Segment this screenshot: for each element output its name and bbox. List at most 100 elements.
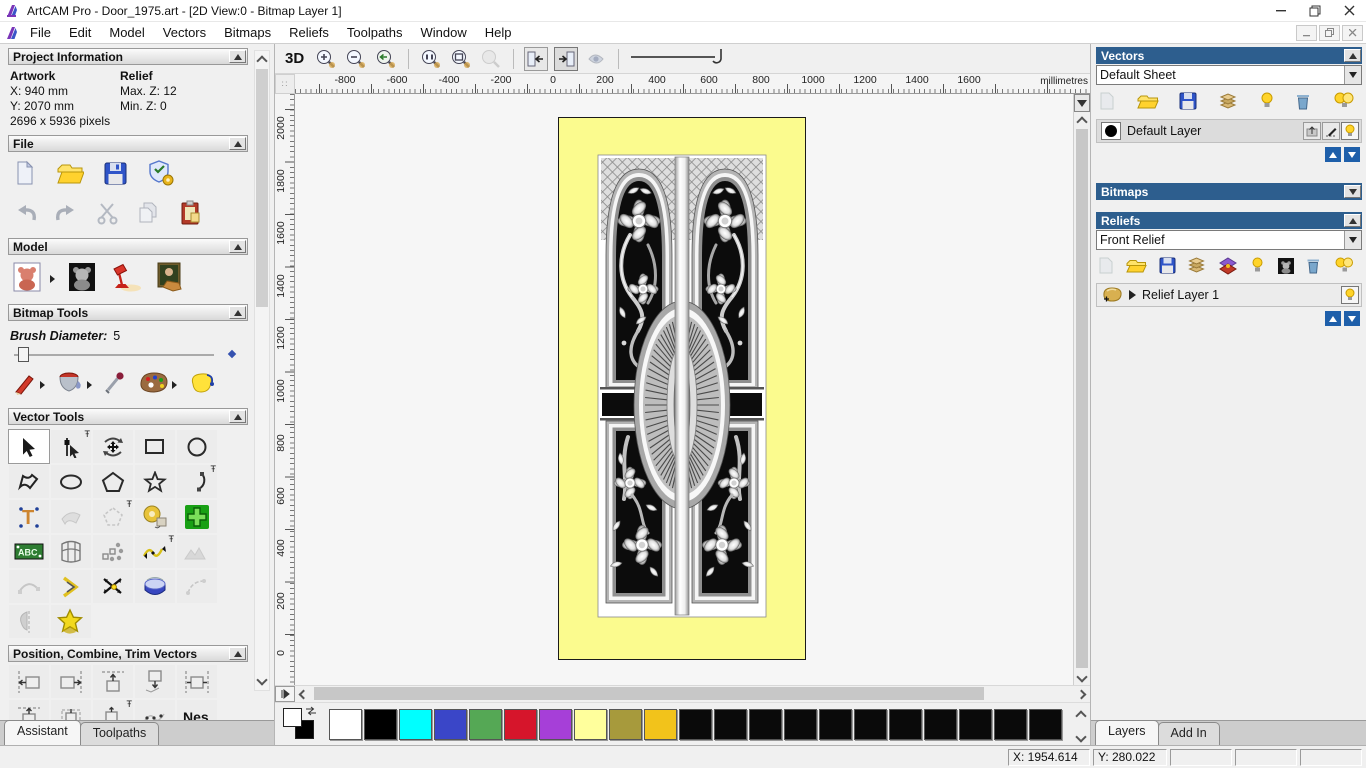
create-polygon-tool[interactable]: [92, 464, 134, 499]
save-layer-icon[interactable]: [1179, 92, 1197, 113]
menu-toolpaths[interactable]: Toolpaths: [338, 23, 412, 42]
layer-name[interactable]: Relief Layer 1: [1136, 288, 1340, 302]
move-layer-down-button[interactable]: [1344, 147, 1360, 162]
menu-reliefs[interactable]: Reliefs: [280, 23, 338, 42]
vector-doctor-tool[interactable]: [176, 499, 218, 534]
select-vectors-tool[interactable]: [8, 429, 50, 464]
tab-toolpaths[interactable]: Toolpaths: [79, 722, 160, 745]
colour-picker-icon[interactable]: [102, 370, 128, 399]
palette-swatch-9[interactable]: [644, 708, 677, 740]
toggle-layer-visibility-icon[interactable]: [1259, 91, 1275, 114]
palette-swatch-6[interactable]: [539, 708, 572, 740]
create-arc-tool[interactable]: Ŧ: [176, 464, 218, 499]
ruler-units-dropdown[interactable]: [1074, 94, 1090, 112]
palette-swatch-20[interactable]: [1029, 708, 1062, 740]
align-top-tool[interactable]: [92, 664, 134, 699]
collapse-button[interactable]: [229, 50, 246, 63]
scroll-down-arrow[interactable]: [256, 674, 268, 686]
zoom-in-icon[interactable]: [314, 47, 338, 71]
primary-secondary-colour-widget[interactable]: [281, 706, 323, 742]
palette-swatch-8[interactable]: [609, 708, 642, 740]
nudge-tool[interactable]: Ŧ: [134, 534, 176, 569]
collapse-button[interactable]: [1344, 49, 1361, 62]
model-properties-icon[interactable]: [146, 158, 176, 191]
collapse-button[interactable]: [229, 410, 246, 423]
measure-tool-disabled[interactable]: Ŧ: [92, 499, 134, 534]
sheet-selector[interactable]: Default Sheet: [1096, 65, 1362, 85]
mdi-minimize-button[interactable]: [1296, 24, 1317, 41]
vector-layer-row[interactable]: Default Layer: [1096, 119, 1362, 143]
palette-swatch-17[interactable]: [924, 708, 957, 740]
redo-icon[interactable]: [54, 202, 80, 227]
expand-layer-arrow-icon[interactable]: [1129, 290, 1136, 300]
slider-thumb[interactable]: [18, 347, 29, 362]
collapse-button[interactable]: [229, 137, 246, 150]
dimension-tool[interactable]: [134, 499, 176, 534]
zoom-to-object-icon-disabled[interactable]: [479, 47, 503, 71]
open-layer-icon[interactable]: [1136, 92, 1159, 113]
door-relief-artwork[interactable]: [558, 117, 806, 660]
align-bottom-tool[interactable]: [134, 664, 176, 699]
create-text-tool[interactable]: T: [8, 499, 50, 534]
layer-colour-swatch[interactable]: [1101, 122, 1121, 140]
menu-help[interactable]: Help: [476, 23, 521, 42]
flood-fill-icon[interactable]: [55, 369, 85, 400]
paste-icon[interactable]: [178, 199, 204, 230]
merge-relief-icon[interactable]: [1187, 256, 1206, 278]
node-editing-tool[interactable]: Ŧ: [50, 429, 92, 464]
menu-edit[interactable]: Edit: [60, 23, 100, 42]
palette-swatch-7[interactable]: [574, 708, 607, 740]
menu-vectors[interactable]: Vectors: [154, 23, 215, 42]
scroll-down-arrow[interactable]: [1074, 669, 1090, 685]
toggle-relief-visibility-icon[interactable]: [1250, 256, 1265, 278]
all-layers-visible-icon[interactable]: [1332, 91, 1356, 114]
mdi-restore-button[interactable]: [1319, 24, 1340, 41]
zoom-previous-icon[interactable]: [374, 47, 398, 71]
palette-swatch-18[interactable]: [959, 708, 992, 740]
scrollbar-thumb[interactable]: [256, 69, 268, 307]
collapse-button[interactable]: [229, 647, 246, 660]
scroll-up-arrow[interactable]: [1074, 709, 1087, 722]
merge-up-icon[interactable]: [1303, 122, 1321, 140]
tab-add-in[interactable]: Add In: [1157, 722, 1220, 745]
assistant-scrollbar[interactable]: [254, 50, 270, 691]
distort-vectors-tool[interactable]: [50, 534, 92, 569]
scrollbar-track[interactable]: [312, 686, 1073, 702]
palette-swatch-2[interactable]: [399, 708, 432, 740]
scrollbar-thumb[interactable]: [314, 687, 984, 700]
close-button[interactable]: [1332, 0, 1366, 22]
palette-swatch-0[interactable]: [329, 708, 362, 740]
palette-swatch-13[interactable]: [784, 708, 817, 740]
fit-arcs-tool-disabled[interactable]: [8, 569, 50, 604]
ruler-origin-icon[interactable]: ∷: [275, 74, 295, 94]
save-relief-icon[interactable]: [1159, 257, 1176, 277]
palette-swatch-19[interactable]: [994, 708, 1027, 740]
tab-assistant[interactable]: Assistant: [4, 720, 81, 745]
scrollbar-thumb[interactable]: [1076, 129, 1088, 668]
palette-swatch-4[interactable]: [469, 708, 502, 740]
mdi-close-button[interactable]: [1342, 24, 1363, 41]
ruler-toggle-icon[interactable]: [275, 686, 295, 702]
menu-file[interactable]: File: [21, 23, 60, 42]
previous-bitmap-layer-icon[interactable]: [524, 46, 549, 71]
restore-button[interactable]: [1298, 0, 1332, 22]
palette-swatch-15[interactable]: [854, 708, 887, 740]
fillet-tool-disabled[interactable]: [176, 569, 218, 604]
collapse-button[interactable]: [1344, 214, 1361, 227]
palette-swatch-5[interactable]: [504, 708, 537, 740]
vertical-scrollbar[interactable]: [1073, 94, 1090, 685]
delete-relief-icon[interactable]: [1306, 257, 1321, 277]
palette-swatch-10[interactable]: [679, 708, 712, 740]
merge-layers-icon[interactable]: [1218, 91, 1238, 114]
undo-icon[interactable]: [12, 202, 38, 227]
align-left-tool[interactable]: [8, 664, 50, 699]
move-layer-down-button[interactable]: [1344, 311, 1360, 326]
new-model-icon[interactable]: [12, 159, 38, 190]
relief-selector[interactable]: Front Relief: [1096, 230, 1362, 250]
scroll-up-arrow[interactable]: [1074, 112, 1090, 128]
dropdown-arrow-icon[interactable]: [1344, 66, 1361, 84]
palette-scrollbar[interactable]: [1073, 705, 1088, 744]
mirror-vectors-tool-disabled[interactable]: [8, 604, 50, 639]
layer-visibility-icon[interactable]: [1341, 122, 1359, 140]
wrap-text-tool-disabled[interactable]: [50, 499, 92, 534]
